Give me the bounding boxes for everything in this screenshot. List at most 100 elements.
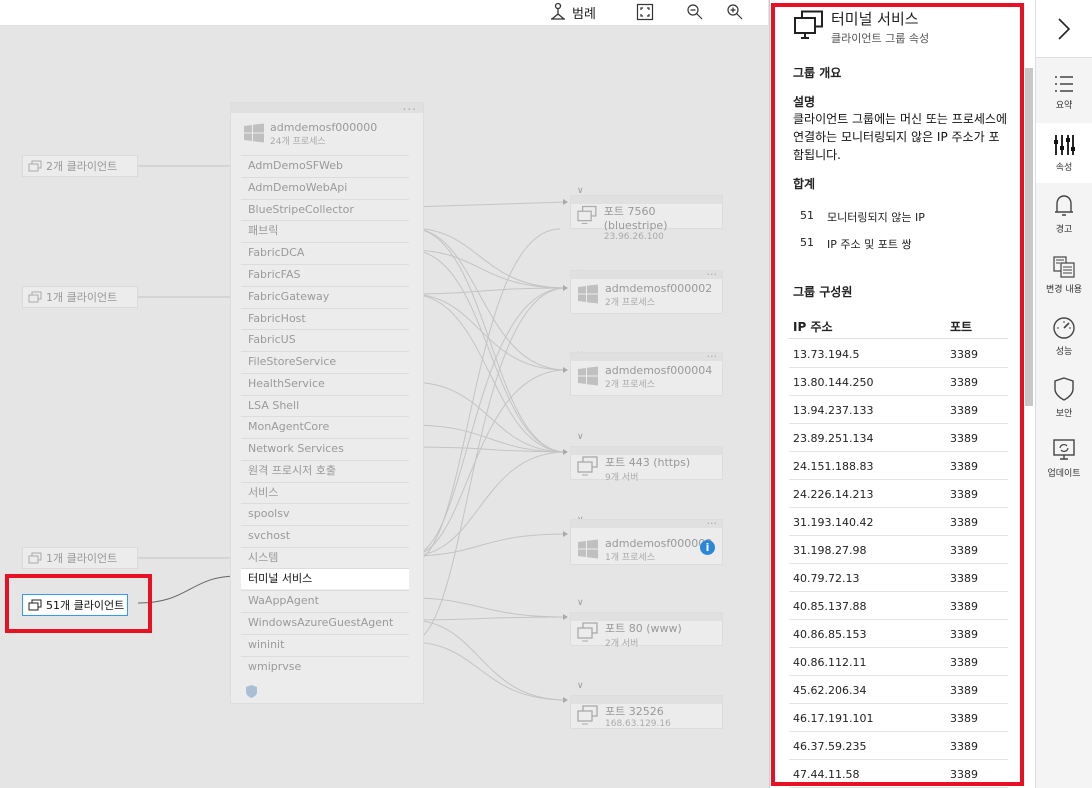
panel-scrollbar[interactable] [1025, 68, 1033, 406]
member-row: 40.86.112.11 3389 [789, 648, 1008, 676]
process-item[interactable]: wmiprvse [241, 656, 409, 677]
node-title: admdemosf000002 [605, 282, 713, 295]
process-item[interactable]: AdmDemoSFWeb [241, 155, 409, 176]
process-item[interactable]: FabricDCA [241, 242, 409, 263]
server-group-icon [577, 456, 598, 476]
collapse-panel-button[interactable] [1036, 0, 1092, 58]
process-item[interactable]: svchost [241, 525, 409, 546]
process-item[interactable]: 시스템 [241, 547, 409, 568]
process-item[interactable]: Network Services [241, 438, 409, 459]
process-item[interactable]: WindowsAzureGuestAgent [241, 612, 409, 633]
info-icon[interactable]: i [700, 540, 715, 555]
node-title: admdemosf000003 [605, 537, 713, 550]
fit-to-screen-button[interactable] [636, 2, 654, 22]
client-group-label: 1개 클라이언트 [46, 291, 118, 304]
member-port: 3389 [950, 516, 978, 529]
process-item[interactable]: 패브릭 [241, 220, 409, 241]
process-item[interactable]: HealthService [241, 373, 409, 394]
rail-performance-button[interactable]: 성능 [1036, 306, 1092, 366]
member-port: 3389 [950, 656, 978, 669]
machine-shield-icon [246, 685, 257, 698]
rail-summary-button[interactable]: 요약 [1036, 62, 1092, 122]
member-port: 3389 [950, 572, 978, 585]
rail-label: 속성 [1055, 162, 1073, 173]
process-item[interactable]: 원격 프로시저 호출 [241, 460, 409, 481]
rail-updates-button[interactable]: 업데이트 [1036, 428, 1092, 488]
member-ip: 40.79.72.13 [793, 572, 860, 585]
member-port: 3389 [950, 544, 978, 557]
member-ip: 13.94.237.133 [793, 404, 874, 417]
process-item[interactable]: 서비스 [241, 482, 409, 503]
rail-properties-button[interactable]: 속성 [1036, 123, 1092, 183]
process-item[interactable]: BlueStripeCollector [241, 199, 409, 220]
process-item[interactable]: FabricGateway [241, 286, 409, 307]
rail-changes-button[interactable]: 변경 내용 [1036, 245, 1092, 305]
member-row: 31.193.140.42 3389 [789, 508, 1008, 536]
rail-alerts-button[interactable]: 경고 [1036, 184, 1092, 244]
remote-node-admdemosf000002[interactable]: ... admdemosf000002 2개 프로세스 [570, 265, 723, 314]
process-item[interactable]: FileStoreService [241, 351, 409, 372]
client-highlight-box [5, 574, 152, 633]
rail-label: 경고 [1055, 224, 1073, 235]
process-item[interactable]: LSA Shell [241, 395, 409, 416]
process-item[interactable]: spoolsv [241, 503, 409, 524]
process-item[interactable]: WaAppAgent [241, 590, 409, 611]
chevron-down-icon[interactable]: ∨ [577, 598, 584, 608]
member-ip: 46.37.59.235 [793, 740, 867, 753]
member-row: 47.44.11.58 3389 [789, 760, 1008, 788]
remote-node-port-32526[interactable]: 포트 32526 168.63.129.16 [570, 695, 723, 729]
rail-label: 보안 [1055, 408, 1073, 419]
machine-header-bar [231, 103, 423, 113]
description-label: 설명 [793, 95, 816, 109]
member-port: 3389 [950, 432, 978, 445]
legend-button[interactable]: 범례 [548, 2, 596, 22]
process-item[interactable]: MonAgentCore [241, 416, 409, 437]
node-menu-icon[interactable]: ... [707, 265, 718, 278]
members-heading: 그룹 구성원 [793, 285, 853, 299]
process-item[interactable]: wininit [241, 634, 409, 655]
zoom-out-button[interactable] [686, 2, 704, 22]
client-group-1b[interactable]: 1개 클라이언트 [22, 547, 138, 569]
process-item[interactable]: AdmDemoWebApi [241, 177, 409, 198]
fit-screen-icon [636, 3, 654, 21]
remote-node-port-443[interactable]: 포트 443 (https) 9개 서버 [570, 446, 723, 483]
remote-node-port-80[interactable]: 포트 80 (www) 2개 서버 [570, 612, 723, 649]
node-menu-icon[interactable]: ... [707, 347, 718, 360]
member-row: 40.86.85.153 3389 [789, 620, 1008, 648]
member-row: 24.151.188.83 3389 [789, 452, 1008, 480]
process-item-selected[interactable]: 터미널 서비스 [241, 568, 409, 589]
server-group-icon [577, 205, 597, 224]
remote-node-port-7560[interactable]: 포트 7560 (bluestripe) 23.96.26.100 [570, 195, 723, 242]
member-row: 31.198.27.98 3389 [789, 536, 1008, 564]
rail-label: 변경 내용 [1046, 284, 1082, 295]
remote-node-admdemosf000003[interactable]: ... admdemosf000003 1개 프로세스 i [570, 514, 723, 565]
machine-menu-icon[interactable]: ... [403, 99, 417, 113]
client-group-1a[interactable]: 1개 클라이언트 [22, 286, 138, 308]
member-ip: 47.44.11.58 [793, 768, 860, 781]
client-group-2[interactable]: 2개 클라이언트 [22, 155, 138, 177]
client-group-label: 1개 클라이언트 [46, 552, 118, 565]
member-row: 46.37.59.235 3389 [789, 732, 1008, 760]
rail-security-button[interactable]: 보안 [1036, 367, 1092, 427]
node-subtitle: 2개 서버 [605, 639, 639, 649]
total-row: 51 모니터링되지 않는 IP [800, 209, 925, 225]
zoom-in-button[interactable] [726, 2, 744, 22]
chevron-down-icon[interactable]: ∨ [577, 681, 584, 691]
client-group-icon [28, 291, 42, 302]
windows-icon [578, 539, 598, 559]
process-item[interactable]: FabricUS [241, 329, 409, 350]
member-row: 13.80.144.250 3389 [789, 368, 1008, 396]
client-group-icon [28, 552, 42, 563]
process-item[interactable]: FabricFAS [241, 264, 409, 285]
member-ip: 24.151.188.83 [793, 460, 874, 473]
member-port: 3389 [950, 600, 978, 613]
remote-node-admdemosf000004[interactable]: ... admdemosf000004 2개 프로세스 [570, 347, 723, 396]
server-group-icon [577, 622, 598, 642]
map-toolbar: 범례 [0, 0, 768, 26]
node-menu-icon[interactable]: ... [707, 514, 718, 527]
member-port: 3389 [950, 488, 978, 501]
process-item[interactable]: FabricHost [241, 308, 409, 329]
chevron-down-icon[interactable]: ∨ [577, 432, 584, 442]
member-ip: 40.85.137.88 [793, 600, 867, 613]
total-label-text: 모니터링되지 않는 IP [827, 211, 925, 224]
